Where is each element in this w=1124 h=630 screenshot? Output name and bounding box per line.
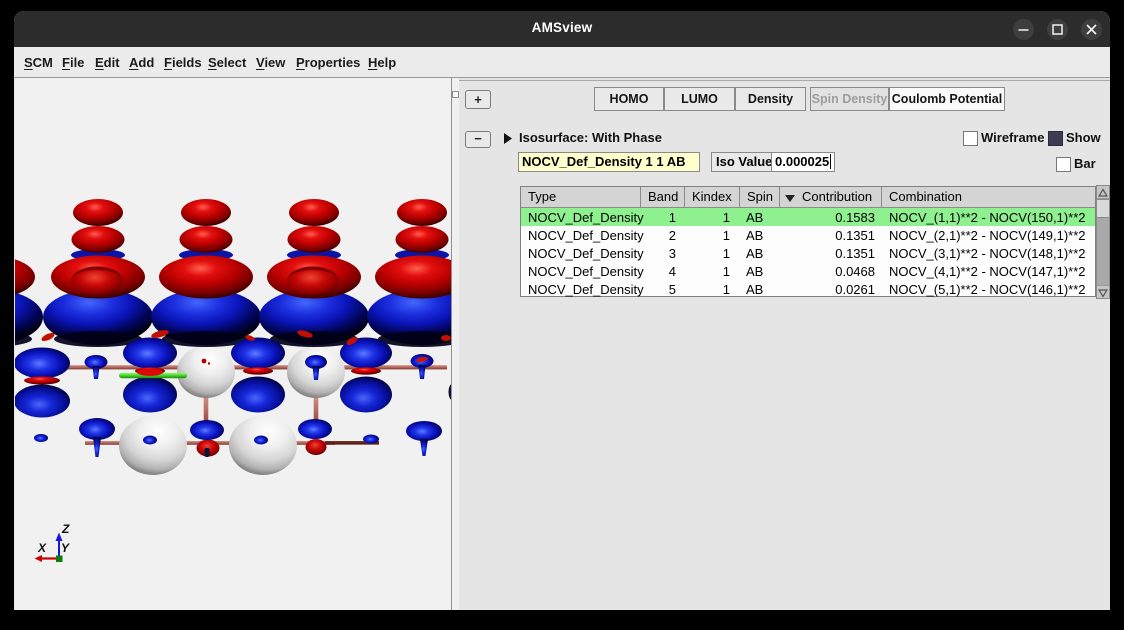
svg-text:Z: Z xyxy=(61,522,70,536)
svg-text:X: X xyxy=(37,541,47,555)
svg-text:Y: Y xyxy=(61,541,70,555)
